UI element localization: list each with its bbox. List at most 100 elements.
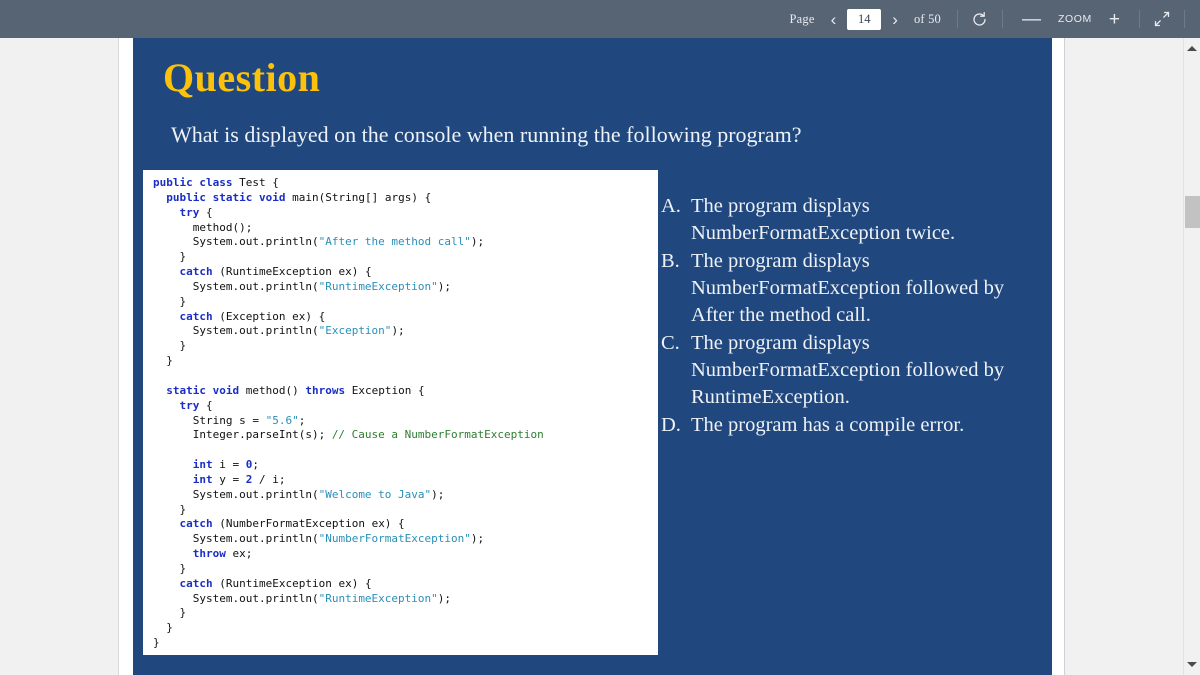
zoom-label: ZOOM <box>1057 13 1092 25</box>
code-token: } <box>153 502 187 516</box>
code-token: ); <box>431 487 445 501</box>
code-token: void <box>212 383 240 397</box>
answer-choice[interactable]: D. The program has a compile error. <box>661 412 1041 439</box>
code-token: System.out.println( <box>153 324 319 338</box>
code-token: ); <box>470 235 485 249</box>
code-token: "Exception" <box>318 324 392 338</box>
code-token: void <box>259 190 286 204</box>
scrollbar-thumb[interactable] <box>1185 196 1200 228</box>
code-token: (RuntimeException ex) { <box>212 576 372 590</box>
code-token: throw <box>192 547 226 561</box>
scroll-down-arrow-icon[interactable] <box>1184 656 1200 673</box>
code-token: ; <box>252 458 259 472</box>
page-title: Question <box>163 55 321 100</box>
code-token: "5.6" <box>265 413 299 427</box>
code-token: ); <box>391 324 405 338</box>
code-token: (NumberFormatException ex) { <box>212 517 405 531</box>
answer-choices-list: A. The program displays NumberFormatExcep… <box>661 193 1041 440</box>
code-token: catch <box>179 517 213 531</box>
code-token: ); <box>437 591 452 605</box>
code-block: public class Test { public static void m… <box>143 170 658 655</box>
code-token: System.out.println( <box>153 591 319 605</box>
code-token: } <box>153 636 160 650</box>
answer-text: The program displays NumberFormatExcepti… <box>691 250 1005 327</box>
code-token: { <box>199 205 213 219</box>
code-token: ); <box>470 532 485 546</box>
code-token: } <box>153 606 187 620</box>
code-token: (RuntimeException ex) { <box>212 265 372 279</box>
code-token: "Welcome to Java" <box>318 487 432 501</box>
code-token: } <box>153 354 173 368</box>
code-token: (Exception ex) { <box>212 309 326 323</box>
code-token: "After the method call" <box>318 235 471 249</box>
code-token: static <box>212 190 253 204</box>
code-token: { <box>199 398 213 412</box>
code-token: System.out.println( <box>153 532 319 546</box>
code-token: System.out.println( <box>153 235 319 249</box>
code-token: System.out.println( <box>153 487 319 501</box>
code-token: y = <box>212 472 246 486</box>
code-token: } <box>153 621 173 635</box>
viewer-toolbar: Page ‹ › of 50 — ZOOM + <box>0 0 1200 38</box>
code-token: try <box>179 205 200 219</box>
code-token: class <box>199 176 233 189</box>
code-token: throws <box>305 383 346 397</box>
code-token: String s = <box>153 413 266 427</box>
code-token: int <box>192 458 213 472</box>
code-token: } <box>153 561 187 575</box>
toolbar-divider-4 <box>1184 10 1185 28</box>
code-token: ex; <box>225 547 253 561</box>
code-token: catch <box>179 309 213 323</box>
code-token: method() <box>239 383 306 397</box>
answer-text: The program displays NumberFormatExcepti… <box>691 195 956 245</box>
code-token: try <box>179 398 200 412</box>
answer-choice[interactable]: C. The program displays NumberFormatExcep… <box>661 330 1041 411</box>
chevron-right-icon[interactable]: › <box>883 11 907 28</box>
chevron-left-icon[interactable]: ‹ <box>822 11 846 28</box>
code-token: ; <box>298 413 306 427</box>
code-token: method(); <box>153 220 253 234</box>
code-token: System.out.println( <box>153 279 319 293</box>
answer-letter: A. <box>661 195 681 217</box>
code-token: "RuntimeException" <box>318 591 438 605</box>
rotate-icon[interactable] <box>967 6 993 32</box>
code-token: Integer.parseInt(s); <box>153 428 332 442</box>
scroll-up-arrow-icon[interactable] <box>1184 40 1200 57</box>
zoom-out-button[interactable]: — <box>1012 10 1051 29</box>
viewer-right-divider <box>1064 38 1065 675</box>
code-token: } <box>153 339 187 353</box>
code-token: "NumberFormatException" <box>318 532 471 546</box>
page-total-label: of 50 <box>913 11 941 26</box>
shrink-arrows-icon[interactable] <box>1149 6 1175 32</box>
answer-choice[interactable]: B. The program displays NumberFormatExcep… <box>661 248 1041 329</box>
answer-text: The program has a compile error. <box>691 414 965 437</box>
code-token: i = <box>212 458 246 472</box>
answer-letter: D. <box>661 414 681 437</box>
code-token: // Cause a NumberFormatException <box>331 428 544 442</box>
page-number-input[interactable] <box>847 8 882 30</box>
code-token: int <box>192 472 213 486</box>
toolbar-divider-3 <box>1139 10 1140 28</box>
vertical-scrollbar[interactable] <box>1183 38 1200 675</box>
zoom-in-button[interactable]: + <box>1099 10 1130 29</box>
toolbar-divider-2 <box>1001 10 1003 28</box>
answer-choice[interactable]: A. The program displays NumberFormatExcep… <box>661 193 1041 247</box>
code-token: } <box>153 250 187 264</box>
code-token: catch <box>179 576 213 590</box>
code-token: public <box>153 176 193 189</box>
code-token: "RuntimeException" <box>318 279 438 293</box>
code-token: ); <box>437 279 452 293</box>
answer-text: The program displays NumberFormatExcepti… <box>691 332 1005 409</box>
page-label: Page <box>789 11 815 26</box>
code-token: Exception { <box>345 383 425 397</box>
